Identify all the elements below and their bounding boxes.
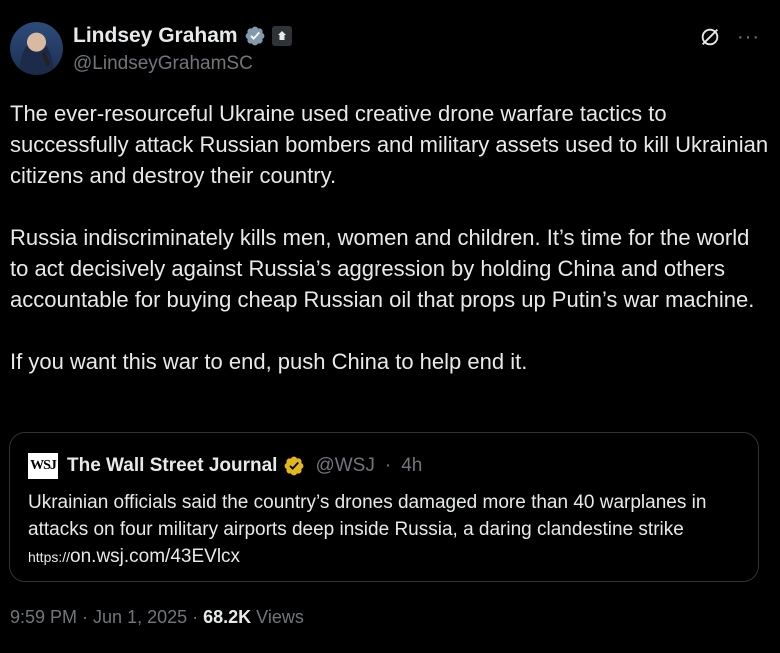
tweet-time[interactable]: 9:59 PM — [10, 607, 77, 628]
quoted-time: 4h — [401, 455, 423, 476]
quoted-link[interactable]: on.wsj.com/43EVlcx — [70, 546, 240, 567]
quoted-tweet-text: Ukrainian officials said the country’s d… — [28, 489, 743, 571]
tweet-actions-top: ··· — [699, 26, 760, 48]
quoted-link-prefix[interactable]: https:// — [28, 549, 70, 565]
quoted-author-handle: @WSJ — [315, 455, 375, 476]
tweet-paragraph: If you want this war to end, push China … — [10, 349, 528, 374]
author-avatar[interactable] — [10, 22, 63, 75]
quoted-tweet-header: WSJ The Wall Street Journal @WSJ · 4h — [28, 453, 422, 479]
views-count: 68.2K — [203, 607, 252, 627]
meta-separator: · — [192, 607, 199, 627]
tweet-text: The ever-resourceful Ukraine used creati… — [10, 98, 770, 377]
tweet-paragraph: Russia indiscriminately kills men, women… — [10, 225, 755, 312]
tweet-meta: 9:59 PM · Jun 1, 2025 · 68.2K Views — [10, 607, 304, 628]
tweet-date[interactable]: Jun 1, 2025 — [93, 607, 187, 628]
government-badge-icon — [271, 26, 292, 46]
quoted-author-name: The Wall Street Journal — [67, 455, 278, 476]
tweet-header: Lindsey Graham @LindseyGrahamSC ··· — [10, 22, 770, 78]
verified-badge-icon — [245, 26, 264, 46]
views-label: Views — [256, 607, 304, 627]
wsj-logo: WSJ — [28, 453, 58, 479]
quoted-text-body: Ukrainian officials said the country’s d… — [28, 492, 707, 540]
verified-gold-badge-icon — [285, 456, 304, 476]
tweet-paragraph: The ever-resourceful Ukraine used creati… — [10, 101, 769, 188]
quoted-tweet[interactable]: WSJ The Wall Street Journal @WSJ · 4h Uk… — [9, 432, 759, 582]
author-name[interactable]: Lindsey Graham — [73, 24, 238, 48]
more-icon[interactable]: ··· — [737, 27, 760, 47]
grok-icon[interactable] — [699, 26, 721, 48]
quoted-separator: · — [384, 455, 392, 476]
author-name-row: Lindsey Graham — [73, 24, 292, 48]
meta-separator: · — [82, 607, 89, 627]
author-handle[interactable]: @LindseyGrahamSC — [73, 53, 253, 75]
